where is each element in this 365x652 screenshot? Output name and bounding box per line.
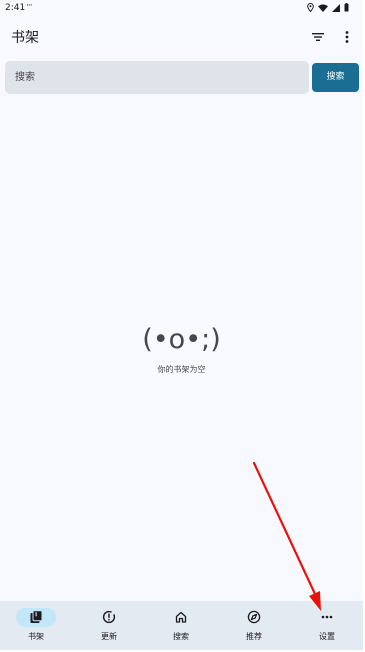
status-icons (307, 3, 349, 12)
home-icon (175, 611, 187, 623)
more-vert-icon (345, 31, 349, 43)
search-button[interactable]: 搜索 (312, 63, 359, 92)
signal-icon (332, 3, 340, 12)
update-icon (102, 610, 116, 624)
status-time: 2:41 (5, 3, 26, 13)
notification-dots: ··· (26, 1, 33, 11)
empty-state-face: (•o•;) (142, 324, 221, 355)
compass-icon (247, 610, 261, 624)
filter-button[interactable] (309, 28, 327, 46)
nav-item-settings[interactable]: 设置 (297, 601, 357, 650)
nav-label-browse: 搜索 (173, 632, 189, 641)
more-options-button[interactable] (340, 28, 354, 46)
wifi-icon (318, 3, 328, 12)
nav-label-library: 书架 (28, 632, 44, 641)
more-horiz-icon (321, 615, 333, 619)
library-icon (30, 610, 43, 623)
status-bar: 2:41 ··· (0, 0, 363, 18)
app-screen: 2:41 ··· 书架 搜索 搜索 (•o•;) 你的书架为空 书架 更新 搜索… (0, 0, 363, 650)
top-app-bar: 书架 (0, 18, 363, 56)
nav-label-recommend: 推荐 (246, 632, 262, 641)
bottom-navigation: 书架 更新 搜索 推荐 设置 (0, 601, 363, 650)
nav-item-library[interactable]: 书架 (6, 601, 66, 650)
nav-item-updates[interactable]: 更新 (79, 601, 139, 650)
location-icon (307, 3, 314, 12)
nav-label-settings: 设置 (319, 632, 335, 641)
battery-icon (344, 3, 349, 12)
empty-state-message: 你的书架为空 (157, 365, 206, 374)
search-input[interactable]: 搜索 (5, 61, 309, 94)
nav-item-recommend[interactable]: 推荐 (224, 601, 284, 650)
page-title: 书架 (11, 30, 39, 46)
nav-item-browse[interactable]: 搜索 (151, 601, 211, 650)
nav-label-updates: 更新 (101, 632, 117, 641)
filter-icon (312, 33, 324, 41)
